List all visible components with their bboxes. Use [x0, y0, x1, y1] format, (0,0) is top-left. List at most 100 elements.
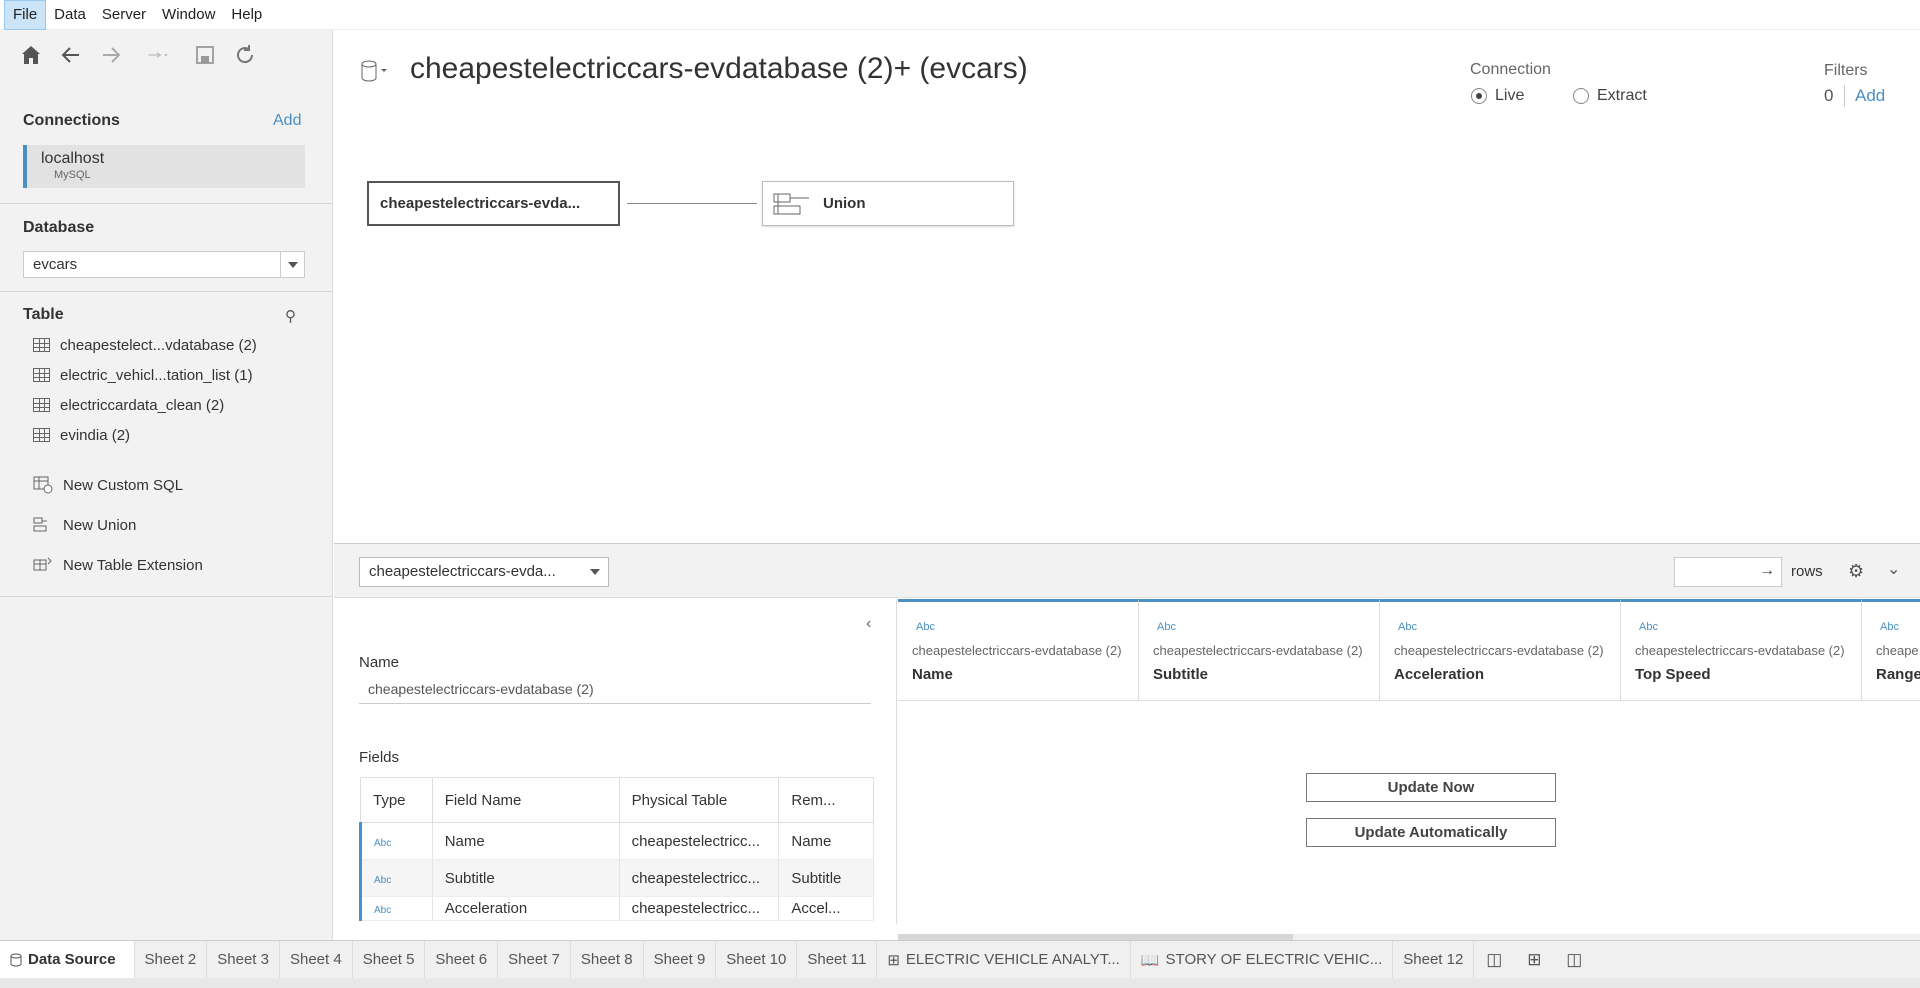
metadata-panel: ‹ Name cheapestelectriccars-evdatabase (…: [334, 599, 897, 924]
tab-data-source[interactable]: Data Source: [0, 941, 135, 978]
name-field[interactable]: cheapestelectriccars-evdatabase (2): [359, 676, 871, 704]
table-row[interactable]: Abc Name cheapestelectricc... Name: [359, 822, 874, 860]
menu-server[interactable]: Server: [94, 0, 154, 30]
field-name-cell[interactable]: Name: [432, 822, 620, 860]
connection-type: MySQL: [54, 169, 91, 181]
divider: [0, 596, 333, 597]
grid-column-header[interactable]: Abc cheapestelectriccars-evdatabase (2) …: [1621, 599, 1862, 701]
string-type-icon[interactable]: Abc: [916, 621, 935, 633]
column-header-field-name[interactable]: Field Name: [431, 777, 620, 823]
chevron-down-icon[interactable]: [280, 252, 304, 277]
table-item[interactable]: electric_vehicl...tation_list (1): [33, 363, 253, 387]
union-node-label: Union: [823, 195, 866, 212]
table-dropdown[interactable]: cheapestelectriccars-evda...: [359, 557, 609, 587]
table-header-row: Type Field Name Physical Table Rem...: [360, 777, 874, 823]
collapse-icon[interactable]: ‹: [866, 615, 871, 633]
grid-column-header[interactable]: Abc cheapestelectriccars-evdatabase (2) …: [1380, 599, 1621, 701]
refresh-icon[interactable]: [232, 42, 258, 68]
new-custom-sql-button[interactable]: New Custom SQL: [33, 473, 183, 497]
new-story-icon[interactable]: ◫: [1554, 941, 1594, 978]
datasource-icon[interactable]: [361, 60, 393, 88]
add-connection-link[interactable]: Add: [273, 112, 301, 130]
new-union-button[interactable]: New Union: [33, 513, 136, 537]
live-radio[interactable]: Live: [1471, 87, 1524, 105]
table-item-label: evindia (2): [60, 426, 131, 444]
grid-column-header[interactable]: Abc cheapestelectriccars-evdatabase (2) …: [1139, 599, 1380, 701]
search-icon[interactable]: ⚲: [285, 307, 296, 325]
remote-field-cell: Accel...: [778, 896, 874, 921]
string-type-icon[interactable]: Abc: [374, 875, 391, 886]
table-node[interactable]: cheapestelectriccars-evda...: [367, 181, 620, 226]
tab-sheet[interactable]: Sheet 12: [1393, 941, 1475, 978]
extract-radio[interactable]: Extract: [1573, 87, 1647, 105]
tab-sheet[interactable]: Sheet 4: [280, 941, 353, 978]
column-header-type[interactable]: Type: [360, 777, 433, 823]
rows-input[interactable]: →: [1674, 557, 1782, 587]
table-item[interactable]: electriccardata_clean (2): [33, 393, 224, 417]
new-table-extension-button[interactable]: New Table Extension: [33, 553, 203, 577]
new-worksheet-icon[interactable]: ◫: [1474, 941, 1514, 978]
menu-file[interactable]: File: [4, 0, 47, 30]
menu-window[interactable]: Window: [154, 0, 223, 30]
grid-column-header[interactable]: Abc cheapestelectriccars-evdatabase (2) …: [898, 599, 1139, 701]
union-node[interactable]: Union: [762, 181, 1014, 226]
back-icon[interactable]: [58, 42, 84, 68]
tab-sheet[interactable]: Sheet 9: [644, 941, 717, 978]
tab-sheet[interactable]: Sheet 6: [425, 941, 499, 978]
table-row[interactable]: Abc Subtitle cheapestelectricc... Subtit…: [359, 859, 874, 897]
save-icon[interactable]: [192, 42, 218, 68]
tab-sheet[interactable]: Sheet 5: [353, 941, 426, 978]
table-row[interactable]: Abc Acceleration cheapestelectricc... Ac…: [359, 896, 874, 921]
arrow-right-icon[interactable]: →: [1759, 562, 1775, 580]
column-header-remote[interactable]: Rem...: [778, 777, 874, 823]
datasource-icon: [10, 953, 22, 966]
tab-story[interactable]: 📖 STORY OF ELECTRIC VEHIC...: [1131, 941, 1394, 978]
physical-table-cell: cheapestelectricc...: [619, 859, 780, 897]
tab-sheet[interactable]: Sheet 11: [797, 941, 878, 978]
table-item[interactable]: evindia (2): [33, 423, 130, 447]
tab-sheet[interactable]: Sheet 2: [135, 941, 208, 978]
page-title[interactable]: cheapestelectriccars-evdatabase (2)+ (ev…: [410, 52, 1028, 86]
column-field-name: Subtitle: [1153, 666, 1208, 683]
connection-item-localhost[interactable]: localhost MySQL: [23, 145, 305, 188]
custom-sql-icon: [33, 476, 53, 494]
toolbar: [0, 30, 332, 80]
data-grid: Abc cheapestelectriccars-evdatabase (2) …: [898, 599, 1920, 934]
fields-label: Fields: [359, 749, 400, 766]
string-type-icon[interactable]: Abc: [1639, 621, 1658, 633]
table-icon: [33, 338, 50, 352]
filters-label: Filters: [1824, 62, 1868, 79]
tab-sheet[interactable]: Sheet 8: [571, 941, 644, 978]
column-header-physical-table[interactable]: Physical Table: [618, 777, 780, 823]
tab-sheet[interactable]: Sheet 3: [207, 941, 280, 978]
chevron-down-icon[interactable]: ⌄: [1887, 559, 1900, 579]
table-item[interactable]: cheapestelect...vdatabase (2): [33, 333, 257, 357]
table-icon: [33, 428, 50, 442]
extract-label: Extract: [1597, 87, 1647, 104]
database-select[interactable]: evcars: [23, 251, 305, 278]
home-icon[interactable]: [18, 42, 44, 68]
string-type-icon[interactable]: Abc: [1157, 621, 1176, 633]
grid-column-header[interactable]: Abc cheape Range: [1862, 599, 1920, 701]
string-type-icon[interactable]: Abc: [1880, 621, 1899, 633]
string-type-icon[interactable]: Abc: [1398, 621, 1417, 633]
string-type-icon[interactable]: Abc: [374, 905, 391, 916]
update-automatically-button[interactable]: Update Automatically: [1306, 818, 1556, 847]
column-source: cheape: [1876, 643, 1919, 658]
string-type-icon[interactable]: Abc: [374, 838, 391, 849]
menu-help[interactable]: Help: [223, 0, 270, 30]
tab-sheet[interactable]: Sheet 10: [716, 941, 798, 978]
data-source-canvas: cheapestelectriccars-evdatabase (2)+ (ev…: [334, 30, 1920, 542]
new-dashboard-icon[interactable]: ⊞: [1514, 941, 1554, 978]
tab-sheet[interactable]: Sheet 7: [498, 941, 571, 978]
tab-dashboard[interactable]: ⊞ ELECTRIC VEHICLE ANALYT...: [877, 941, 1131, 978]
field-name-cell[interactable]: Subtitle: [432, 859, 620, 897]
gear-icon[interactable]: ⚙: [1848, 561, 1864, 582]
redo-dropdown-icon[interactable]: [138, 42, 178, 68]
forward-icon[interactable]: [98, 42, 124, 68]
field-name-cell[interactable]: Acceleration: [432, 896, 620, 921]
radio-unselected-icon: [1573, 88, 1589, 104]
menu-data[interactable]: Data: [46, 0, 94, 30]
update-now-button[interactable]: Update Now: [1306, 773, 1556, 802]
add-filter-link[interactable]: Add: [1855, 86, 1885, 106]
